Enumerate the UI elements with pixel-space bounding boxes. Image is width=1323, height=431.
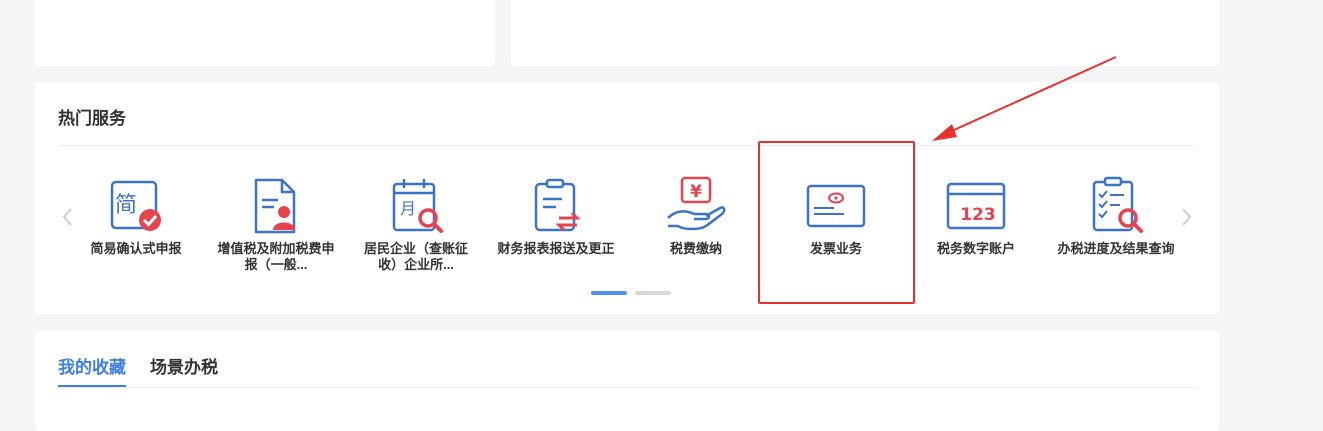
annotation-arrow-icon xyxy=(932,56,1117,141)
